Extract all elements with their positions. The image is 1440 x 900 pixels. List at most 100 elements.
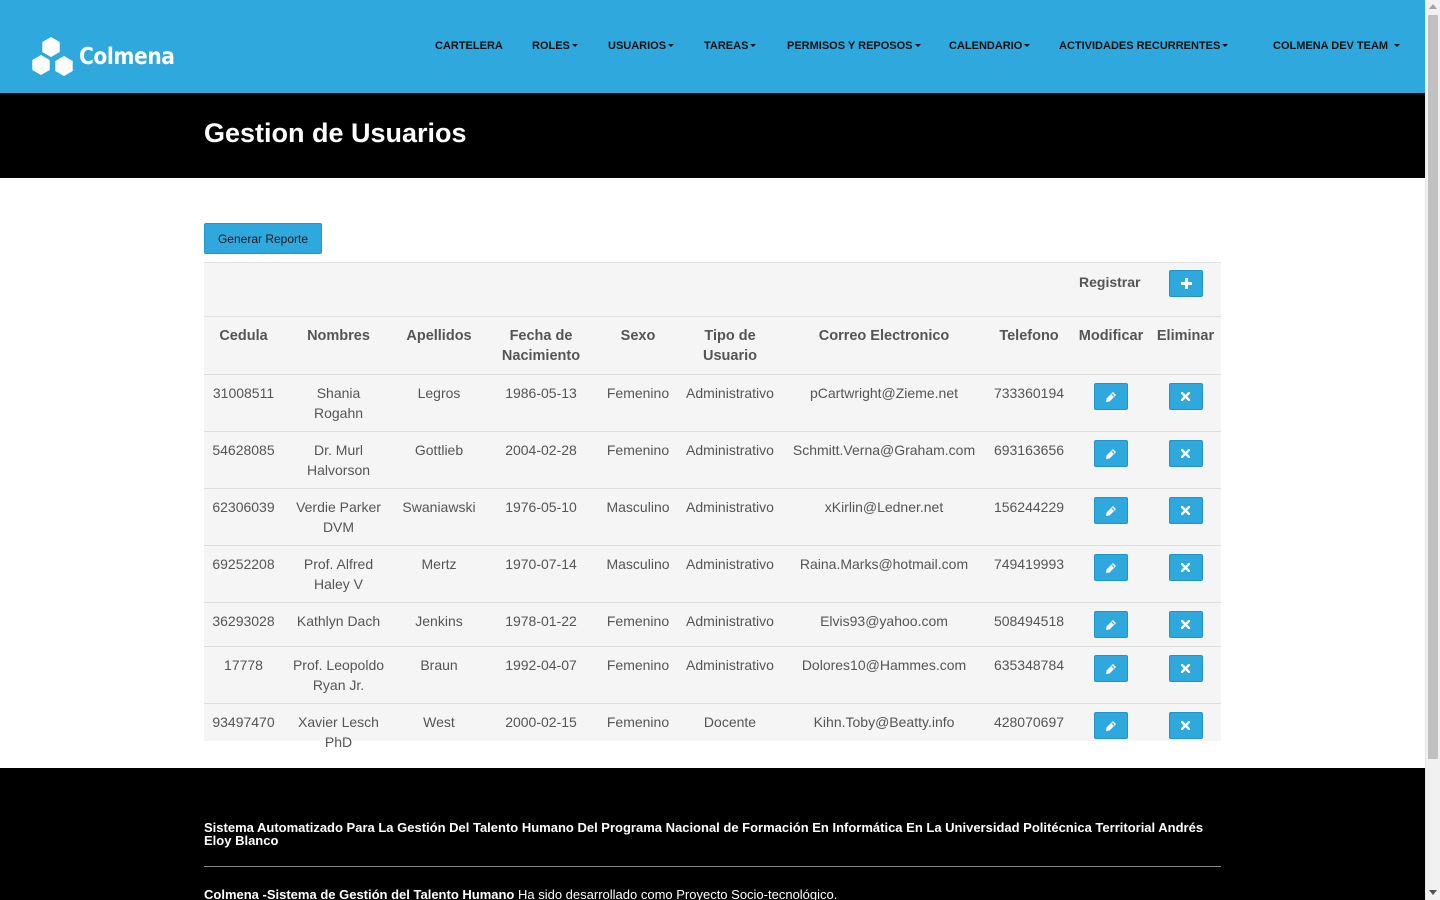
cell-tipo-usuario: Administrativo xyxy=(678,602,782,647)
delete-button[interactable] xyxy=(1168,611,1203,638)
nav-label: CARTELERA xyxy=(435,40,503,52)
edit-button[interactable] xyxy=(1094,383,1128,410)
nav-usuarios[interactable]: USUARIOS xyxy=(608,40,675,52)
cell-cedula: 54628085 xyxy=(204,431,283,489)
nav-actividades-recurrentes[interactable]: ACTIVIDADES RECURRENTES xyxy=(1059,40,1229,52)
edit-button[interactable] xyxy=(1094,497,1128,524)
table-row: 69252208 Prof. Alfred Haley V Mertz 1970-07-… xyxy=(204,545,1221,603)
header-line: Tipo de xyxy=(704,328,756,344)
cell-eliminar xyxy=(1150,602,1221,647)
nombres-line: Verdie Parker xyxy=(296,499,381,515)
register-label: Registrar xyxy=(1079,274,1141,290)
cell-apellidos: Gottlieb xyxy=(394,431,484,489)
caret-down-icon xyxy=(750,43,757,47)
cell-eliminar xyxy=(1150,646,1221,704)
cell-modificar xyxy=(1072,488,1150,546)
generate-report-button[interactable]: Generar Reporte xyxy=(204,223,322,254)
nav-label: PERMISOS Y REPOSOS xyxy=(787,40,913,52)
cell-fecha-nacimiento: 2000-02-15 xyxy=(484,703,598,760)
cell-fecha-nacimiento: 2004-02-28 xyxy=(484,431,598,489)
cell-modificar xyxy=(1072,374,1150,432)
nav-tareas[interactable]: TAREAS xyxy=(704,40,757,52)
scroll-thumb[interactable] xyxy=(1428,15,1438,759)
cell-sexo: Femenino xyxy=(598,374,678,432)
edit-button[interactable] xyxy=(1094,554,1128,581)
pencil-icon xyxy=(1106,505,1116,516)
nav-user-label: COLMENA DEV TEAM xyxy=(1273,40,1389,52)
users-table-panel: Registrar Cedula Nombres Apellidos Fecha… xyxy=(204,262,1221,760)
edit-button[interactable] xyxy=(1094,655,1128,682)
nav-calendario[interactable]: CALENDARIO xyxy=(949,40,1031,52)
caret-down-icon xyxy=(914,43,921,47)
table-row: 93497470 Xavier Lesch PhD West 2000-02-15 Fem… xyxy=(204,703,1221,760)
delete-button[interactable] xyxy=(1168,440,1203,467)
cell-correo: Kihn.Toby@Beatty.info xyxy=(782,703,986,760)
register-button[interactable] xyxy=(1169,270,1203,297)
cell-correo: Dolores10@Hammes.com xyxy=(782,646,986,704)
caret-down-icon xyxy=(571,43,578,47)
nombres-line: Xavier Lesch xyxy=(298,714,379,730)
pencil-icon xyxy=(1106,619,1116,630)
cell-fecha-nacimiento: 1976-05-10 xyxy=(484,488,598,546)
edit-button[interactable] xyxy=(1094,440,1128,467)
nav-label: CALENDARIO xyxy=(949,40,1023,52)
cell-sexo: Femenino xyxy=(598,602,678,647)
cell-telefono: 508494518 xyxy=(986,602,1072,647)
nav-roles[interactable]: ROLES xyxy=(532,40,578,52)
cell-cedula: 69252208 xyxy=(204,545,283,603)
header-nombres[interactable]: Nombres xyxy=(283,317,394,375)
scroll-up-icon[interactable] xyxy=(1429,4,1437,9)
pencil-icon xyxy=(1106,720,1116,731)
header-tipo-usuario[interactable]: Tipo de Usuario xyxy=(678,317,782,375)
cell-sexo: Femenino xyxy=(598,431,678,489)
plus-icon xyxy=(1180,278,1192,289)
nav-permisos-y-reposos[interactable]: PERMISOS Y REPOSOS xyxy=(787,40,921,52)
table-row: 31008511 Shania Rogahn Legros 1986-05-13 Feme… xyxy=(204,374,1221,432)
cell-nombres: Prof. Alfred Haley V xyxy=(283,545,394,603)
cell-modificar xyxy=(1072,646,1150,704)
nav-user-menu[interactable]: COLMENA DEV TEAM xyxy=(1273,40,1401,52)
edit-button[interactable] xyxy=(1094,712,1128,739)
header-line: Fecha de xyxy=(509,328,573,344)
delete-button[interactable] xyxy=(1168,497,1203,524)
times-icon xyxy=(1181,506,1190,515)
nav-cartelera[interactable]: CARTELERA xyxy=(435,40,503,52)
vertical-scrollbar[interactable] xyxy=(1425,0,1440,900)
nav-label: ROLES xyxy=(532,40,570,52)
cell-apellidos: West xyxy=(394,703,484,760)
cell-eliminar xyxy=(1150,488,1221,546)
header-sexo[interactable]: Sexo xyxy=(598,317,678,375)
cell-cedula: 17778 xyxy=(204,646,283,704)
cell-telefono: 733360194 xyxy=(986,374,1072,432)
brand-logo[interactable]: Colmena xyxy=(32,37,188,77)
cell-modificar xyxy=(1072,431,1150,489)
header-telefono[interactable]: Telefono xyxy=(986,317,1072,375)
cell-nombres: Prof. Leopoldo Ryan Jr. xyxy=(283,646,394,704)
nombres-line: Haley V xyxy=(313,576,364,592)
caret-down-icon xyxy=(668,43,675,47)
table-row: 17778 Prof. Leopoldo Ryan Jr. Braun 1992-04-… xyxy=(204,646,1221,704)
header-apellidos[interactable]: Apellidos xyxy=(394,317,484,375)
scroll-down-icon[interactable] xyxy=(1429,890,1437,895)
cell-apellidos: Jenkins xyxy=(394,602,484,647)
delete-button[interactable] xyxy=(1168,655,1203,682)
header-correo[interactable]: Correo Electronico xyxy=(782,317,986,375)
delete-button[interactable] xyxy=(1168,712,1203,739)
header-fecha-nacimiento[interactable]: Fecha de Nacimiento xyxy=(484,317,598,375)
edit-button[interactable] xyxy=(1094,611,1128,638)
cell-cedula: 36293028 xyxy=(204,602,283,647)
cell-correo: Raina.Marks@hotmail.com xyxy=(782,545,986,603)
nombres-line: Dr. Murl xyxy=(314,442,363,458)
cell-cedula: 31008511 xyxy=(204,374,283,432)
header-eliminar: Eliminar xyxy=(1156,328,1215,344)
footer-credit-text: Ha sido desarrollado como Proyecto Socio… xyxy=(514,887,838,900)
cell-fecha-nacimiento: 1970-07-14 xyxy=(484,545,598,603)
header-cedula[interactable]: Cedula xyxy=(204,317,283,375)
cell-tipo-usuario: Administrativo xyxy=(678,431,782,489)
cell-telefono: 428070697 xyxy=(986,703,1072,760)
delete-button[interactable] xyxy=(1168,383,1203,410)
caret-down-icon xyxy=(1222,43,1229,47)
nombres-line: Kathlyn Dach xyxy=(296,613,381,629)
delete-button[interactable] xyxy=(1168,554,1203,581)
users-table: Cedula Nombres Apellidos Fecha de Nacimie… xyxy=(204,317,1221,760)
